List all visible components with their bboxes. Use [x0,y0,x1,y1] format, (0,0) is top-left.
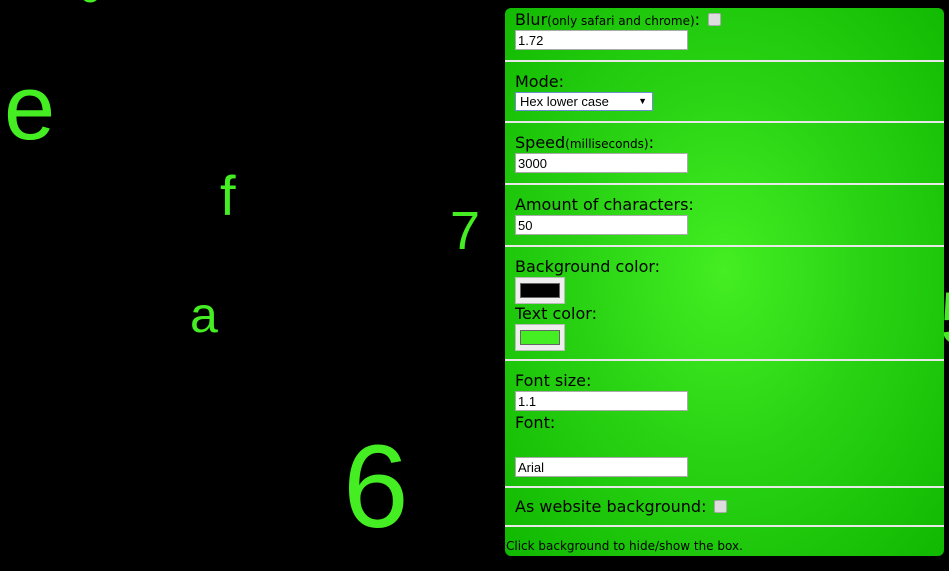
blur-input[interactable] [515,30,688,50]
footer-hint: Click background to hide/show the box. [506,539,743,553]
font-input[interactable] [515,457,688,477]
font-size-input[interactable] [515,391,688,411]
as-background-section: As website background: [505,488,944,527]
amount-input[interactable] [515,215,688,235]
as-background-label: As website background: [515,497,707,516]
blur-note: (only safari and chrome) [547,14,695,28]
blur-colon: : [694,10,701,29]
speed-note: (milliseconds) [565,137,649,151]
blur-section: Blur(only safari and chrome): [505,8,944,62]
mode-label: Mode: [515,72,564,91]
mode-selected: Hex lower case [520,94,609,109]
text-color-picker[interactable] [515,324,565,351]
text-color-label: Text color: [515,304,597,323]
as-background-checkbox[interactable] [714,500,728,513]
falling-char: e [4,57,56,159]
font-section: Font size: Font: [505,361,944,488]
falling-char: 6 [343,421,409,553]
font-label: Font: [515,413,556,432]
speed-colon: : [648,133,654,152]
mode-select[interactable]: Hex lower case ▼ [515,92,653,111]
falling-char: 0 [78,0,102,10]
blur-checkbox[interactable] [708,13,722,26]
dropdown-arrow-icon: ▼ [638,96,647,106]
blur-label: Blur [515,10,548,29]
falling-char: a [190,287,218,343]
amount-section: Amount of characters: [505,185,944,247]
speed-label: Speed [515,133,566,152]
font-size-label: Font size: [515,371,592,390]
amount-label: Amount of characters: [515,195,694,214]
speed-section: Speed(milliseconds): [505,123,944,185]
background-color-label: Background color: [515,257,661,276]
colors-section: Background color: Text color: [505,247,944,361]
mode-section: Mode: Hex lower case ▼ [505,62,944,123]
settings-panel: Blur(only safari and chrome): Mode: Hex … [505,8,944,556]
falling-char: f [220,164,236,227]
speed-input[interactable] [515,153,688,173]
falling-char: 7 [450,201,481,261]
background-color-picker[interactable] [515,277,565,304]
